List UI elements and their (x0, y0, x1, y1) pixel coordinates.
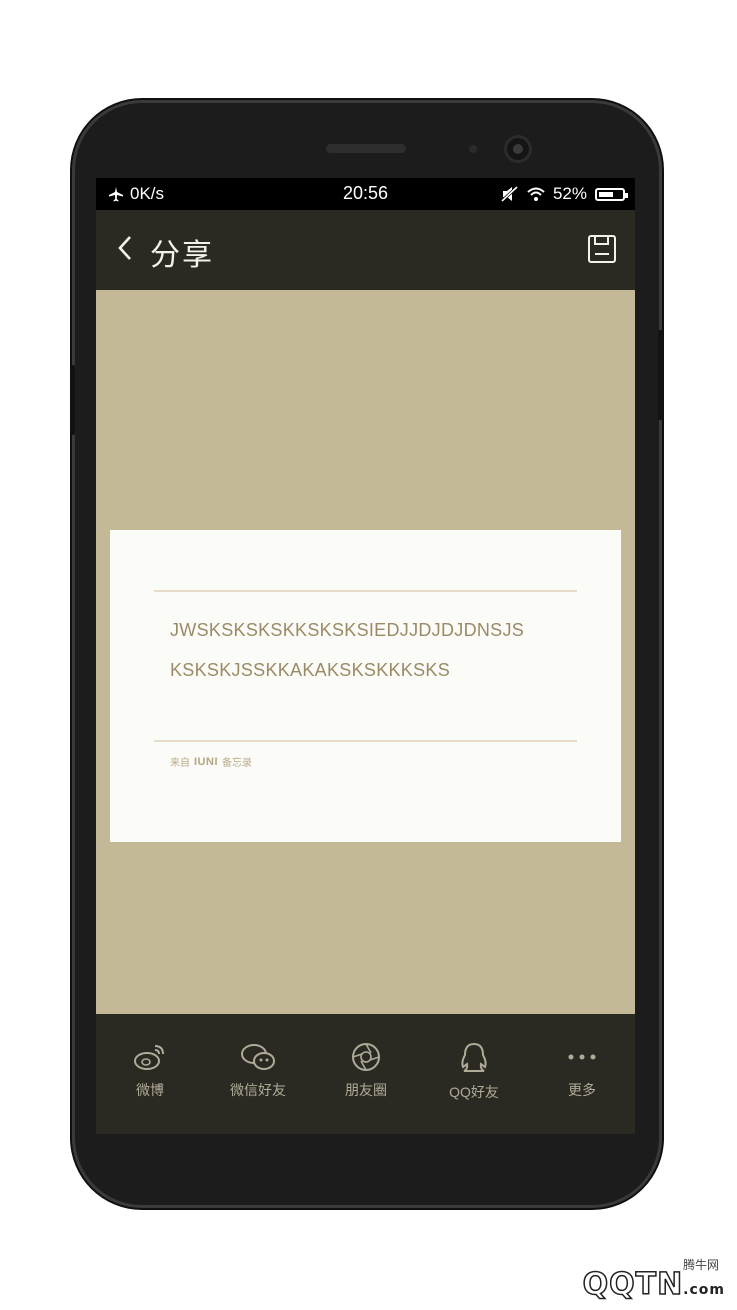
share-preview-area: JWSKSKSKSKKSKSKSIEDJJDJDJDNSJS KSKSKJSSK… (96, 290, 635, 1014)
watermark-logo: QQTN.com (582, 1266, 725, 1303)
share-more-label: 更多 (568, 1082, 596, 1098)
more-icon (568, 1054, 596, 1060)
back-arrow-icon[interactable] (114, 234, 138, 262)
share-wechat-label: 微信好友 (230, 1082, 286, 1098)
share-moments-label: 朋友圈 (345, 1082, 387, 1098)
qq-icon (461, 1042, 487, 1072)
status-bar: 0K/s 20:56 52% (96, 178, 635, 210)
share-weibo-label: 微博 (136, 1082, 164, 1098)
source-prefix: 来自 (170, 758, 190, 769)
source-app: 备忘录 (222, 758, 252, 769)
mute-icon (500, 186, 518, 202)
source-brand: IUNI (194, 755, 218, 768)
watermark: 腾牛网 QQTN.com (529, 1256, 729, 1304)
share-qq-label: QQ好友 (449, 1084, 499, 1100)
card-divider-top (154, 590, 577, 592)
share-weibo-button[interactable]: 微博 (96, 1042, 204, 1100)
phone-speaker (326, 144, 406, 153)
wechat-icon (241, 1044, 275, 1070)
note-card: JWSKSKSKSKKSKSKSIEDJJDJDJDNSJS KSKSKJSSK… (110, 530, 621, 842)
share-more-button[interactable]: 更多 (528, 1042, 635, 1100)
power-button (658, 330, 663, 420)
note-text-line-1: JWSKSKSKSKKSKSKSIEDJJDJDJDNSJS (170, 620, 525, 640)
wifi-icon (527, 187, 545, 201)
phone-camera (504, 135, 532, 163)
moments-icon (352, 1043, 380, 1071)
battery-icon (595, 187, 628, 201)
share-moments-button[interactable]: 朋友圈 (312, 1042, 420, 1100)
card-source: 来自 IUNI 备忘录 (170, 754, 252, 770)
share-bar: 微博 微信好友 朋友圈 QQ好友 更多 (96, 1014, 635, 1134)
phone-sensor (469, 145, 477, 153)
save-icon[interactable] (587, 234, 617, 264)
share-qq-button[interactable]: QQ好友 (420, 1042, 528, 1102)
weibo-icon (134, 1045, 164, 1070)
note-text-line-2: KSKSKJSSKKAKAKSKSKKKSKS (170, 660, 451, 680)
page-title: 分享 (150, 239, 214, 272)
share-wechat-button[interactable]: 微信好友 (204, 1042, 312, 1100)
card-divider-bottom (154, 740, 577, 742)
app-header: 分享 (96, 210, 635, 290)
screen: 0K/s 20:56 52% 分享 JWSKSKSKSKKSKSKSIEDJJD… (96, 178, 635, 1134)
battery-percent: 52% (552, 184, 587, 203)
volume-button (70, 365, 75, 435)
